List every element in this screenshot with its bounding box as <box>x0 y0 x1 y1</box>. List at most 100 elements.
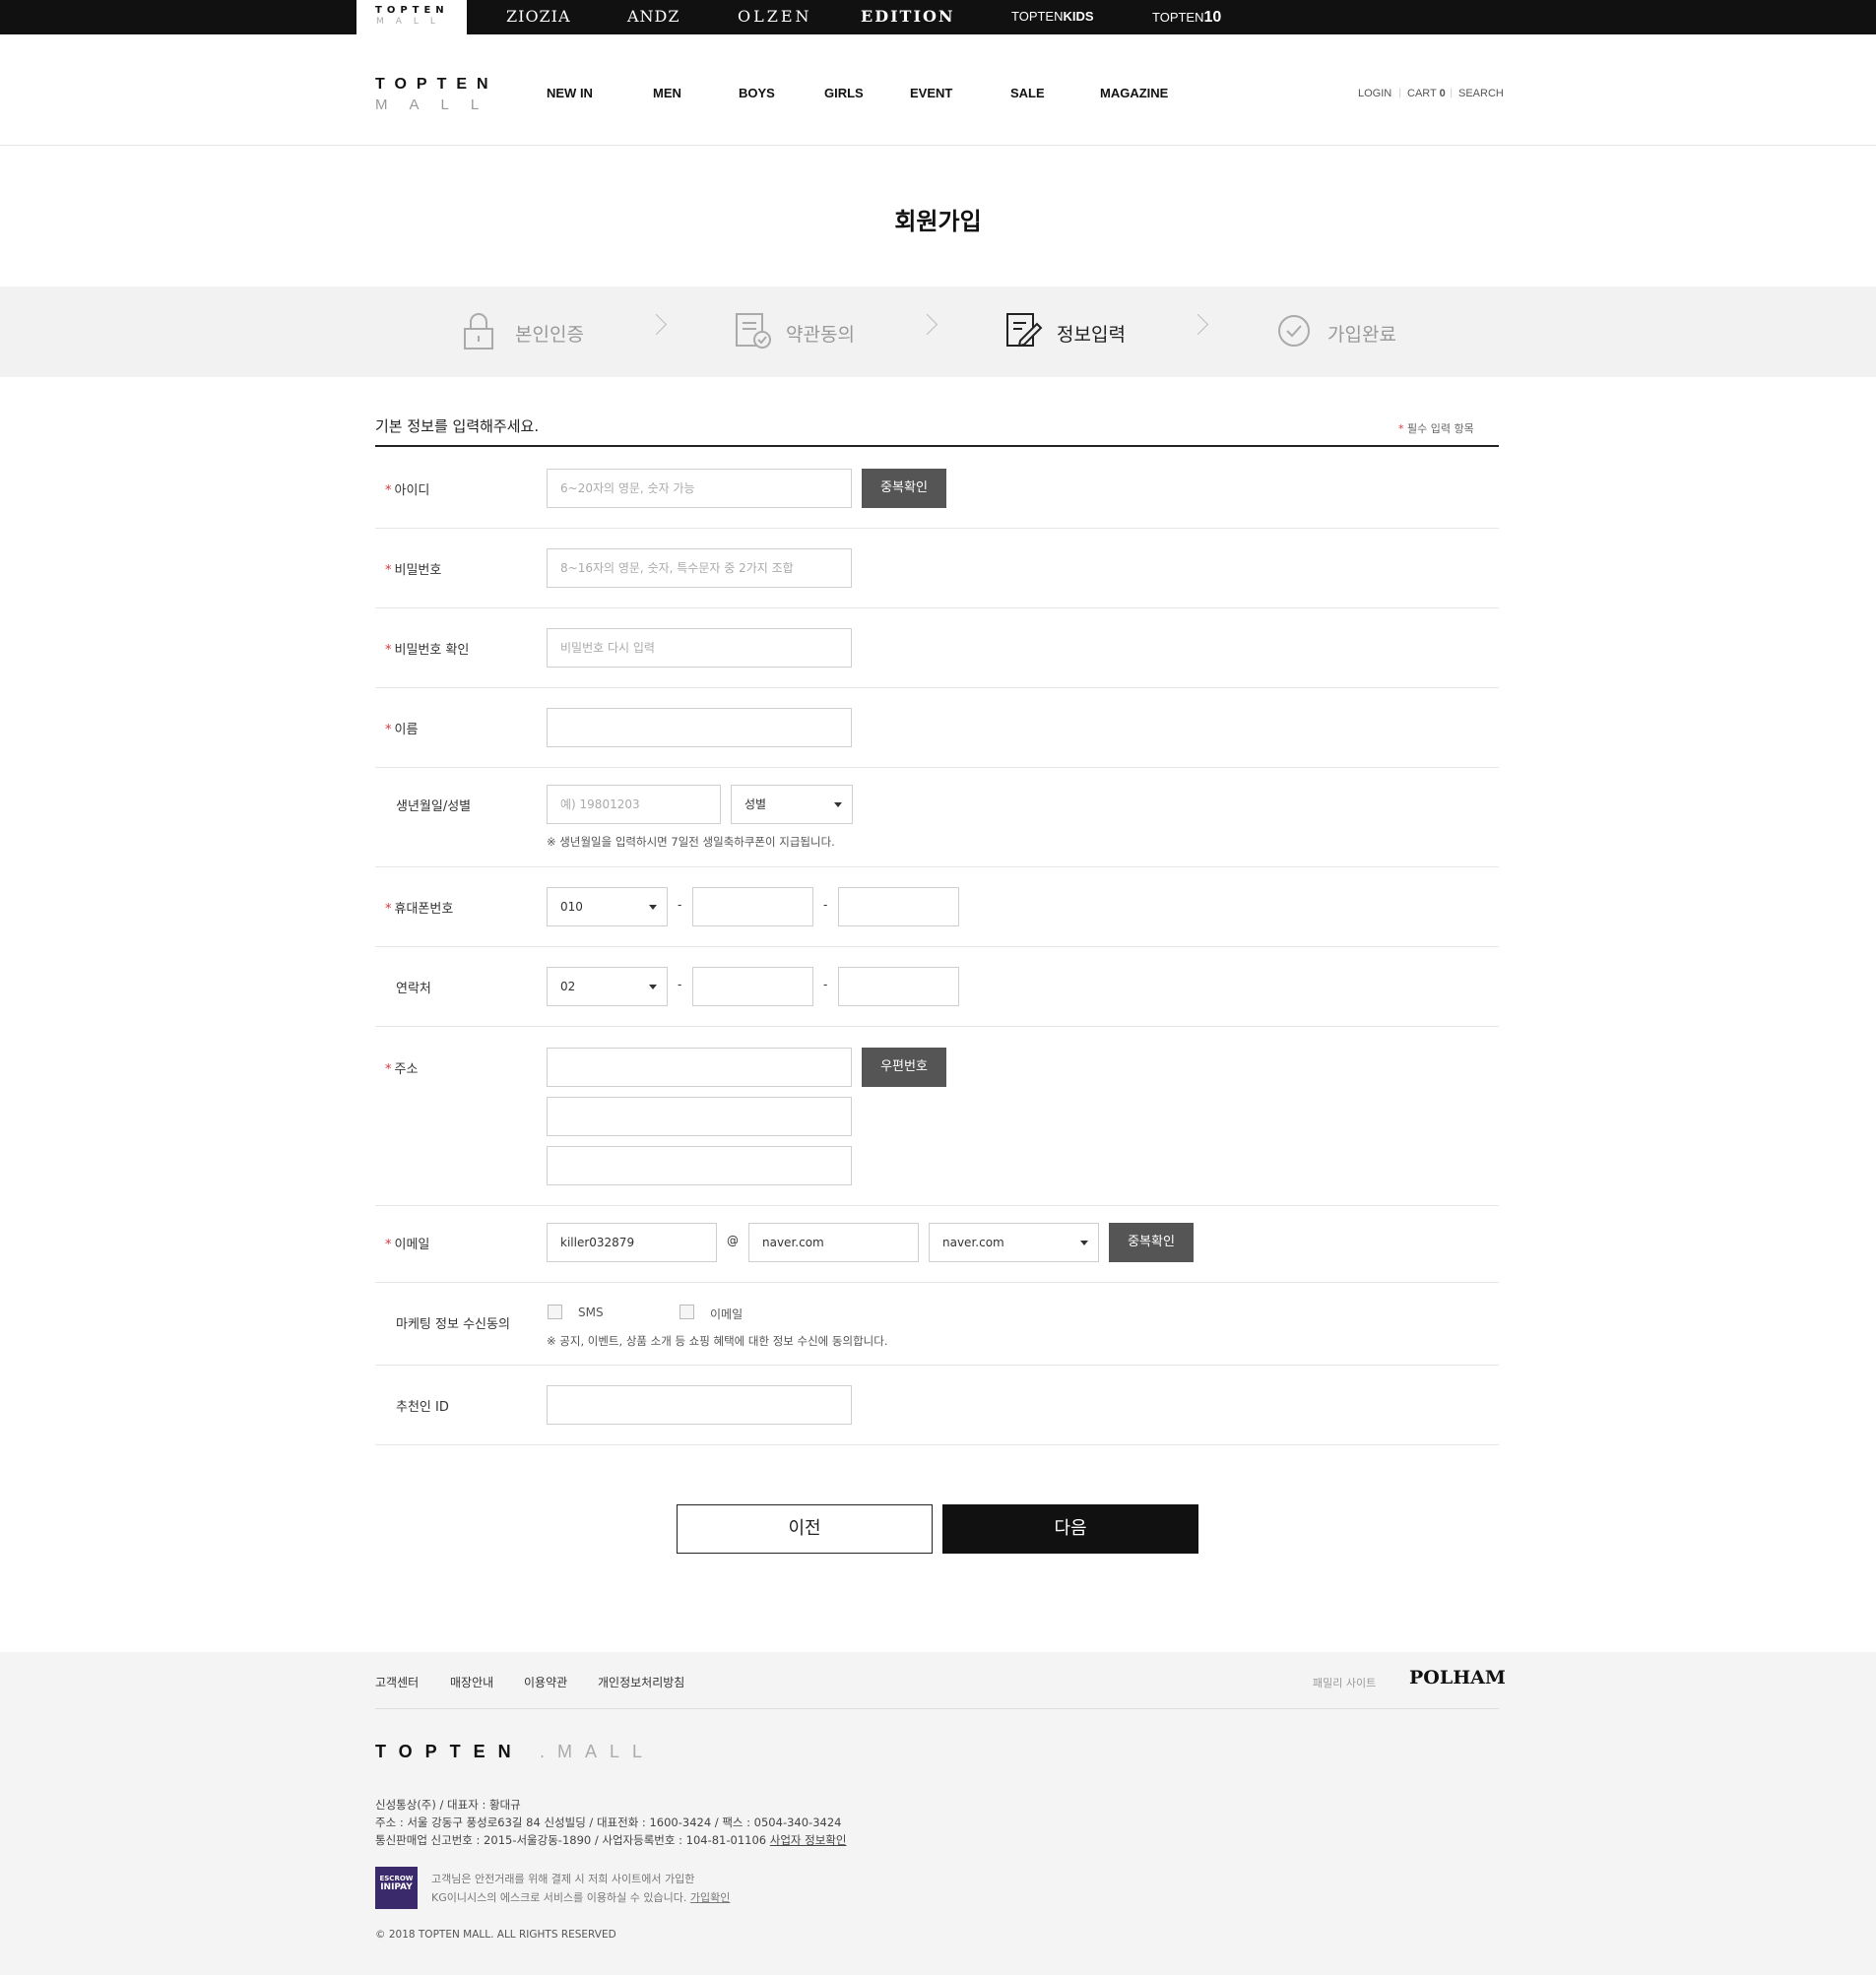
row-divider <box>375 1444 1499 1445</box>
family-brand-polham[interactable]: POLHAM <box>1409 1667 1506 1688</box>
password-confirm-label: * 비밀번호 확인 <box>385 639 469 658</box>
required-mark: * <box>385 1238 392 1252</box>
brand-ziozia[interactable]: ZIOZIA <box>506 7 571 26</box>
footer-link-customer-center[interactable]: 고객센터 <box>375 1674 419 1690</box>
brand-topten-10-prefix: TOPTEN <box>1152 10 1204 25</box>
family-site-label: 패밀리 사이트 <box>1313 1677 1377 1689</box>
password-input[interactable] <box>547 548 852 588</box>
login-link[interactable]: LOGIN <box>1358 88 1391 99</box>
row-divider <box>375 767 1499 768</box>
prev-button[interactable]: 이전 <box>677 1504 933 1554</box>
nav-boys[interactable]: BOYS <box>739 86 775 100</box>
nav-sale[interactable]: SALE <box>1010 86 1045 100</box>
row-divider <box>375 528 1499 529</box>
util-separator: | <box>1450 88 1454 98</box>
postcode-search-button[interactable]: 우편번호 <box>862 1048 946 1087</box>
id-input[interactable] <box>547 469 852 508</box>
company-registration: 통신판매업 신고번호 : 2015-서울강동-1890 / 사업자등록번호 : … <box>375 1832 846 1848</box>
mobile-last-input[interactable] <box>838 887 959 926</box>
row-divider <box>375 1026 1499 1027</box>
mobile-prefix-value: 010 <box>560 900 583 914</box>
password-confirm-input[interactable] <box>547 628 852 668</box>
inipay-escrow-logo: ESCROW INIPAY <box>375 1867 418 1909</box>
row-divider <box>375 1282 1499 1283</box>
chevron-down-icon <box>1080 1241 1088 1245</box>
row-divider <box>375 1205 1499 1206</box>
phone-prefix-select[interactable]: 02 <box>547 967 668 1006</box>
nav-girls[interactable]: GIRLS <box>824 86 864 100</box>
footer-link-terms[interactable]: 이용약관 <box>524 1674 567 1690</box>
footer <box>0 1652 1876 1975</box>
mobile-label: * 휴대폰번호 <box>385 898 453 917</box>
email-local-input[interactable] <box>547 1223 717 1262</box>
required-note-text: 필수 입력 항목 <box>1407 422 1474 435</box>
brand-tab-topten-mall[interactable]: TOPTEN MALL <box>356 0 467 34</box>
brand-topten-kids[interactable]: TOPTENKIDS <box>1011 9 1094 24</box>
mobile-middle-input[interactable] <box>692 887 813 926</box>
page-title: 회원가입 <box>894 208 982 235</box>
email-checkbox[interactable] <box>679 1305 694 1319</box>
brand-tab-line1: TOPTEN <box>375 5 449 16</box>
name-input[interactable] <box>547 708 852 747</box>
row-divider <box>375 866 1499 867</box>
step-verify: 본인인증 <box>515 324 584 346</box>
signup-steps <box>0 287 1876 377</box>
nav-new-in[interactable]: NEW IN <box>547 86 593 100</box>
util-separator: | <box>1398 88 1402 98</box>
marketing-label: 마케팅 정보 수신동의 <box>396 1317 510 1332</box>
address-line1-input[interactable] <box>547 1097 852 1136</box>
form-title: 기본 정보를 입력해주세요. <box>375 417 540 435</box>
gender-select[interactable]: 성별 <box>731 785 853 824</box>
nav-event[interactable]: EVENT <box>910 86 952 100</box>
escrow-check-link[interactable]: 가입확인 <box>690 1891 730 1904</box>
inipay-badge-line2: INIPAY <box>380 1882 413 1892</box>
nav-magazine[interactable]: MAGAZINE <box>1100 86 1168 100</box>
search-link[interactable]: SEARCH <box>1458 88 1504 99</box>
row-divider <box>375 946 1499 947</box>
phone-prefix-value: 02 <box>560 980 576 993</box>
cart-label: CART <box>1407 88 1437 99</box>
footer-link-store-info[interactable]: 매장안내 <box>450 1674 493 1690</box>
site-logo-bottom[interactable]: MALL <box>375 96 500 113</box>
next-button[interactable]: 다음 <box>942 1504 1198 1554</box>
id-label: * 아이디 <box>385 479 429 498</box>
brand-andz[interactable]: ANDZ <box>627 7 680 26</box>
email-domain-input[interactable] <box>748 1223 919 1262</box>
recommender-input[interactable] <box>547 1385 852 1425</box>
chevron-down-icon <box>649 985 657 989</box>
row-divider <box>375 687 1499 688</box>
brand-topten-kids-suffix: KIDS <box>1063 9 1094 24</box>
cart-link[interactable]: CART 0 <box>1407 88 1446 99</box>
email-label-text: 이메일 <box>394 1238 430 1252</box>
phone-middle-input[interactable] <box>692 967 813 1006</box>
chevron-down-icon <box>834 802 842 807</box>
footer-divider <box>375 1708 1499 1709</box>
required-mark: * <box>385 643 392 658</box>
phone-last-input[interactable] <box>838 967 959 1006</box>
brand-edition[interactable]: EDITION <box>861 7 955 26</box>
business-info-link[interactable]: 사업자 정보확인 <box>770 1833 847 1847</box>
row-divider <box>375 1365 1499 1366</box>
address-line2-input[interactable] <box>547 1146 852 1185</box>
email-duplicate-check-button[interactable]: 중복확인 <box>1109 1223 1194 1262</box>
chevron-down-icon <box>649 905 657 910</box>
password-label: * 비밀번호 <box>385 559 441 578</box>
email-domain-select[interactable]: naver.com <box>929 1223 1099 1262</box>
at-sign: @ <box>727 1234 739 1247</box>
brand-topten-10[interactable]: TOPTEN10 <box>1152 9 1221 27</box>
footer-link-privacy[interactable]: 개인정보처리방침 <box>598 1674 684 1690</box>
mobile-prefix-select[interactable]: 010 <box>547 887 668 926</box>
dash: - <box>678 978 682 991</box>
site-logo-top[interactable]: TOPTEN <box>375 76 498 94</box>
postcode-input[interactable] <box>547 1048 852 1087</box>
step-info: 정보입력 <box>1057 324 1126 346</box>
id-duplicate-check-button[interactable]: 중복확인 <box>862 469 946 508</box>
escrow-text-1: 고객님은 안전거래를 위해 결제 시 저희 사이트에서 가입한 <box>431 1873 695 1885</box>
sms-checkbox[interactable] <box>548 1305 562 1319</box>
footer-logo-sub: .MALL <box>540 1742 656 1761</box>
required-mark: * <box>385 483 392 498</box>
copyright: © 2018 TOPTEN MALL. ALL RIGHTS RESERVED <box>375 1929 616 1941</box>
nav-men[interactable]: MEN <box>653 86 681 100</box>
brand-olzen[interactable]: OLZEN <box>738 7 812 26</box>
birthdate-input[interactable] <box>547 785 721 824</box>
